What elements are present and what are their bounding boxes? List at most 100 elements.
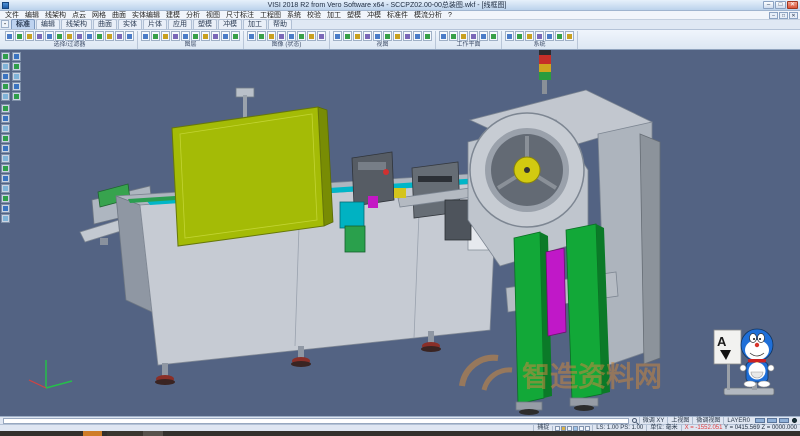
toolbar-tab[interactable]: 编辑 [36, 19, 60, 29]
menu-item[interactable]: 塑模 [344, 11, 364, 20]
ribbon-icon[interactable] [383, 31, 392, 41]
toolbar-tab[interactable]: 曲面 [93, 19, 117, 29]
tool-icon[interactable] [12, 72, 21, 81]
ribbon-icon[interactable] [5, 31, 14, 41]
ribbon-icon[interactable] [373, 31, 382, 41]
ribbon-icon[interactable] [181, 31, 190, 41]
tool-icon[interactable] [1, 92, 10, 101]
ribbon-icon[interactable] [161, 31, 170, 41]
toolbar-tab[interactable]: 片体 [143, 19, 167, 29]
taskbar-app[interactable] [143, 431, 163, 436]
ribbon-icon[interactable] [231, 31, 240, 41]
menu-item[interactable]: 冲模 [364, 11, 384, 20]
ribbon-icon[interactable] [535, 31, 544, 41]
tool-icon[interactable] [1, 104, 10, 113]
ribbon-icon[interactable] [423, 31, 432, 41]
ribbon-icon[interactable] [151, 31, 160, 41]
ribbon-icon[interactable] [171, 31, 180, 41]
tool-icon[interactable] [12, 82, 21, 91]
ribbon-icon[interactable] [277, 31, 286, 41]
tool-icon[interactable] [1, 124, 10, 133]
ribbon-icon[interactable] [343, 31, 352, 41]
ribbon-icon[interactable] [363, 31, 372, 41]
ribbon-icon[interactable] [413, 31, 422, 41]
search-icon[interactable] [632, 418, 637, 423]
toolbar-tab[interactable]: 应用 [168, 19, 192, 29]
ribbon-icon[interactable] [267, 31, 276, 41]
ribbon-icon[interactable] [191, 31, 200, 41]
menu-item[interactable]: 加工 [324, 11, 344, 20]
snap-point-icon[interactable] [561, 426, 566, 431]
tool-icon[interactable] [1, 52, 10, 61]
snap-intersection-icon[interactable] [579, 426, 584, 431]
command-input[interactable] [3, 418, 629, 424]
ribbon-icon[interactable] [555, 31, 564, 41]
toolbar-tab[interactable]: 实体 [118, 19, 142, 29]
toolbar-tab[interactable]: 帮助 [268, 19, 292, 29]
ribbon-icon[interactable] [125, 31, 134, 41]
ribbon-icon[interactable] [297, 31, 306, 41]
toolbar-tab[interactable]: 线架构 [61, 19, 92, 29]
ribbon-icon[interactable] [25, 31, 34, 41]
ribbon-icon[interactable] [505, 31, 514, 41]
ribbon-icon[interactable] [439, 31, 448, 41]
ribbon-icon[interactable] [403, 31, 412, 41]
ribbon-icon[interactable] [353, 31, 362, 41]
ribbon-icon[interactable] [459, 31, 468, 41]
viewport-canvas[interactable]: 智造资料网 A [0, 50, 800, 416]
ribbon-icon[interactable] [317, 31, 326, 41]
color-swatch[interactable] [755, 418, 765, 423]
taskbar-app[interactable] [107, 431, 143, 436]
ribbon-icon[interactable] [75, 31, 84, 41]
ribbon-icon[interactable] [515, 31, 524, 41]
tool-icon[interactable] [1, 174, 10, 183]
ribbon-icon[interactable] [105, 31, 114, 41]
tool-icon[interactable] [1, 134, 10, 143]
ribbon-icon[interactable] [55, 31, 64, 41]
tool-icon[interactable] [1, 154, 10, 163]
layer-swatch[interactable] [779, 418, 789, 423]
ribbon-icon[interactable] [141, 31, 150, 41]
ribbon-icon[interactable] [15, 31, 24, 41]
ribbon-icon[interactable] [525, 31, 534, 41]
tool-icon[interactable] [1, 144, 10, 153]
ribbon-icon[interactable] [35, 31, 44, 41]
tool-icon[interactable] [1, 114, 10, 123]
close-button[interactable]: ✕ [787, 1, 798, 9]
ribbon-icon[interactable] [307, 31, 316, 41]
toolbar-tab[interactable]: 冲模 [218, 19, 242, 29]
tool-icon[interactable] [1, 214, 10, 223]
taskbar-active-app[interactable] [83, 431, 102, 436]
tool-icon[interactable] [1, 82, 10, 91]
ribbon-icon[interactable] [393, 31, 402, 41]
snap-grid-icon[interactable] [555, 426, 560, 431]
ribbon-icon[interactable] [333, 31, 342, 41]
toolbar-tab[interactable]: 标准 [11, 19, 35, 29]
ribbon-icon[interactable] [257, 31, 266, 41]
viewport[interactable]: 智造资料网 A [0, 50, 800, 416]
snap-midpoint-icon[interactable] [567, 426, 572, 431]
mdi-restore-button[interactable]: □ [779, 12, 788, 19]
tool-icon[interactable] [12, 92, 21, 101]
ribbon-icon[interactable] [247, 31, 256, 41]
snap-endpoint-icon[interactable] [585, 426, 590, 431]
tool-icon[interactable] [1, 72, 10, 81]
ribbon-icon[interactable] [221, 31, 230, 41]
ribbon-icon[interactable] [85, 31, 94, 41]
ribbon-icon[interactable] [469, 31, 478, 41]
snap-center-icon[interactable] [573, 426, 578, 431]
line-style-swatch[interactable] [767, 418, 777, 423]
tool-icon[interactable] [1, 184, 10, 193]
status-dot-indicator[interactable] [792, 418, 797, 423]
ribbon-icon[interactable] [545, 31, 554, 41]
mdi-close-button[interactable]: ✕ [789, 12, 798, 19]
minimize-button[interactable]: – [763, 1, 774, 9]
tool-icon[interactable] [1, 164, 10, 173]
tool-icon[interactable] [12, 62, 21, 71]
menu-item[interactable]: 标准件 [384, 11, 411, 20]
ribbon-icon[interactable] [479, 31, 488, 41]
mdi-minimize-button[interactable]: – [769, 12, 778, 19]
menu-item[interactable]: 模流分析 [411, 11, 445, 20]
ribbon-icon[interactable] [489, 31, 498, 41]
tool-icon[interactable] [12, 52, 21, 61]
